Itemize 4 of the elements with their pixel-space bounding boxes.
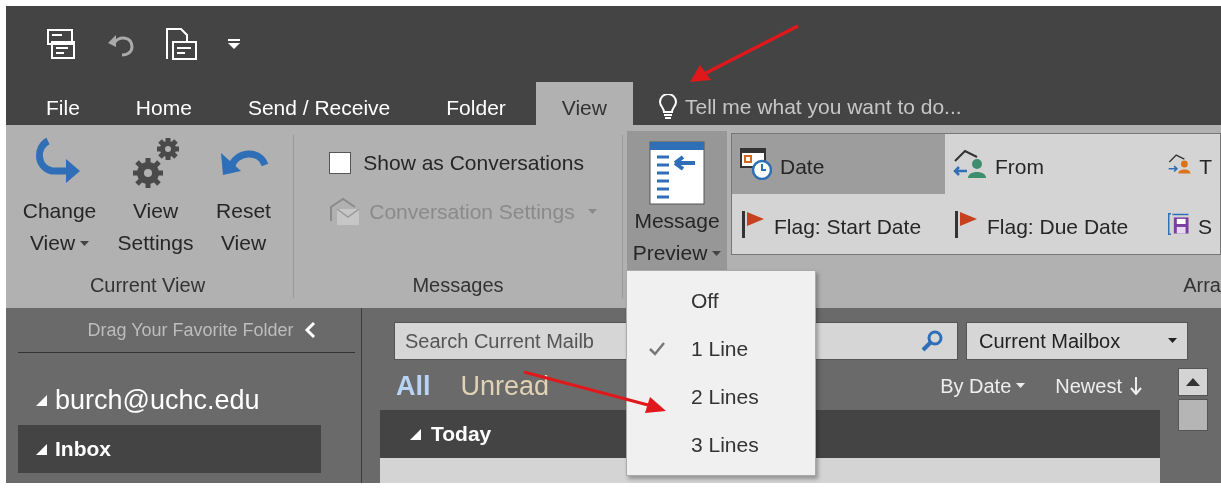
group-label: Messages [412, 274, 504, 298]
group-label: Arra [1183, 274, 1221, 298]
favorites-hint: Drag Your Favorite Folder [87, 319, 294, 341]
group-label: Current View [89, 274, 206, 298]
